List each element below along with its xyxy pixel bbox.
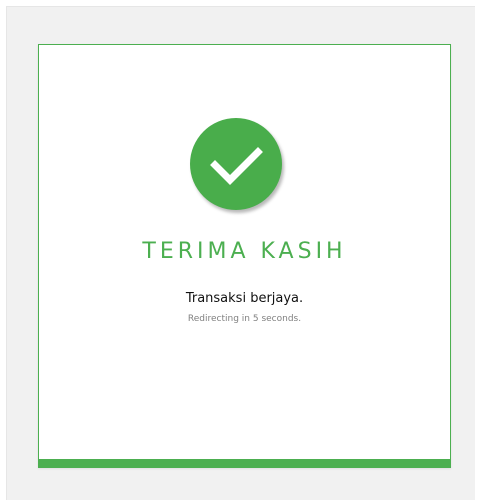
checkmark-icon — [210, 147, 263, 185]
success-message: Transaksi berjaya. — [185, 291, 304, 306]
redirect-countdown-text: Redirecting in 5 seconds. — [187, 314, 302, 324]
card-bottom-accent-bar — [38, 459, 451, 468]
success-title: TERIMA KASIH — [142, 239, 347, 264]
checkmark-circle-icon — [190, 118, 282, 210]
success-card: TERIMA KASIH Transaksi berjaya. Redirect… — [38, 44, 451, 468]
